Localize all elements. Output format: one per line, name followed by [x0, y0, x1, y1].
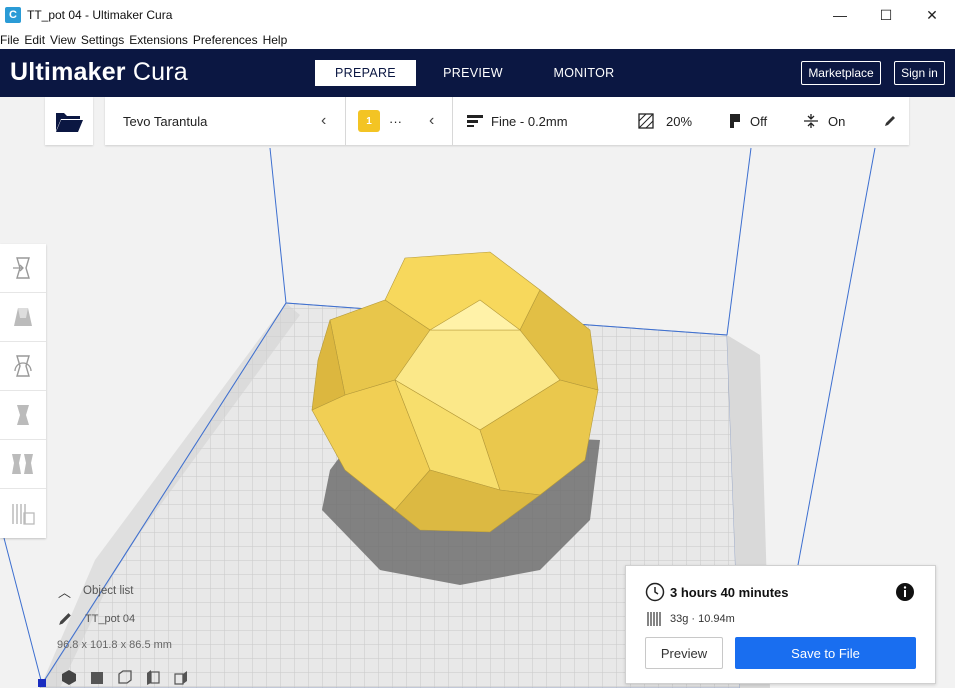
left-view-icon[interactable]	[144, 668, 162, 686]
save-to-file-button[interactable]: Save to File	[735, 637, 916, 669]
tab-preview[interactable]: PREVIEW	[416, 60, 530, 86]
scale-icon	[14, 308, 32, 326]
per-model-settings-button[interactable]	[0, 440, 46, 489]
material-name: ···	[389, 113, 402, 129]
menu-view[interactable]: View	[50, 33, 79, 47]
support-blocker-button[interactable]	[0, 489, 46, 538]
printer-name: Tevo Tarantula	[123, 113, 208, 129]
printer-chevron-icon[interactable]: ‹	[321, 112, 326, 130]
tab-monitor[interactable]: MONITOR	[530, 60, 638, 86]
scale-tool-button[interactable]	[0, 293, 46, 342]
open-file-button[interactable]	[45, 97, 93, 145]
support-icon	[730, 114, 740, 128]
object-name-row: TT_pot 04	[58, 612, 135, 626]
infill-icon	[638, 113, 654, 129]
stage-tabs: PREPARE PREVIEW MONITOR	[315, 60, 638, 86]
menu-bar: File Edit View Settings Extensions Prefe…	[0, 30, 955, 49]
profile-icon	[467, 115, 483, 127]
brand-light-text: Cura	[132, 58, 188, 86]
support-value: Off	[750, 113, 768, 129]
folder-icon	[56, 113, 83, 132]
adhesion-setting[interactable]: On	[803, 97, 845, 145]
extruder-selector[interactable]: 1 ···	[358, 97, 402, 145]
move-icon	[13, 257, 30, 279]
brand-bold-text: Ultimaker	[10, 58, 126, 86]
print-summary-panel: 3 hours 40 minutes 33g · 10.94m Preview …	[625, 565, 936, 684]
support-blocker-icon	[12, 503, 35, 525]
menu-file[interactable]: File	[0, 33, 22, 47]
per-model-settings-icon	[12, 454, 33, 474]
menu-settings[interactable]: Settings	[81, 33, 127, 47]
menu-edit[interactable]: Edit	[24, 33, 48, 47]
adhesion-value: On	[828, 113, 846, 129]
brand-logo: Ultimaker Cura	[10, 58, 188, 87]
pencil-icon	[885, 116, 895, 126]
rename-pencil-icon[interactable]	[58, 612, 72, 626]
extruder-chevron-icon[interactable]: ‹	[429, 112, 434, 130]
custom-settings-button[interactable]	[884, 97, 896, 145]
origin-marker	[38, 679, 46, 687]
profile-selector[interactable]: Fine - 0.2mm	[467, 97, 568, 145]
infill-value: 20%	[666, 113, 693, 129]
tab-prepare[interactable]: PREPARE	[315, 60, 416, 86]
maximize-button[interactable]: ☐	[863, 0, 909, 30]
object-name: TT_pot 04	[85, 613, 136, 625]
rotate-icon	[14, 355, 32, 377]
printer-selector[interactable]: Tevo Tarantula	[123, 97, 207, 145]
support-setting[interactable]: Off	[725, 97, 767, 145]
clock-icon	[645, 582, 665, 602]
object-dimensions: 96.8 x 101.8 x 86.5 mm	[57, 639, 172, 651]
print-time: 3 hours 40 minutes	[670, 585, 789, 600]
window-titlebar: C TT_pot 04 - Ultimaker Cura — ☐ ✕	[0, 0, 955, 30]
cura-app-icon: C	[5, 7, 21, 23]
chevron-up-icon: ︿	[58, 584, 72, 600]
material-usage: 33g · 10.94m	[670, 613, 735, 625]
top-view-icon[interactable]	[116, 668, 134, 686]
preview-button[interactable]: Preview	[645, 637, 723, 669]
move-tool-button[interactable]	[0, 244, 46, 293]
sign-in-button[interactable]: Sign in	[894, 61, 945, 85]
infill-setting[interactable]: 20%	[638, 97, 692, 145]
adhesion-icon	[804, 114, 818, 128]
left-toolbar	[0, 244, 46, 538]
info-icon[interactable]	[895, 582, 915, 602]
print-settings-bar: Tevo Tarantula ‹ 1 ··· ‹ Fine - 0.2mm 20…	[105, 97, 909, 145]
rotate-tool-button[interactable]	[0, 342, 46, 391]
window-title: TT_pot 04 - Ultimaker Cura	[27, 8, 173, 22]
camera-view-buttons	[60, 668, 190, 686]
minimize-button[interactable]: —	[817, 0, 863, 30]
mirror-icon	[17, 405, 29, 425]
right-view-icon[interactable]	[172, 668, 190, 686]
3d-view-icon[interactable]	[60, 668, 78, 686]
object-list-label: Object list	[83, 585, 134, 597]
menu-preferences[interactable]: Preferences	[193, 33, 261, 47]
marketplace-button[interactable]: Marketplace	[801, 61, 881, 85]
filament-spool-icon	[647, 612, 661, 626]
app-header: Ultimaker Cura PREPARE PREVIEW MONITOR M…	[0, 49, 955, 97]
object-list-toggle[interactable]: ︿ Object list	[58, 583, 134, 600]
profile-name: Fine - 0.2mm	[491, 113, 568, 129]
extruder-badge: 1	[358, 110, 380, 132]
close-button[interactable]: ✕	[909, 0, 955, 30]
menu-help[interactable]: Help	[263, 33, 291, 47]
mirror-tool-button[interactable]	[0, 391, 46, 440]
front-view-icon[interactable]	[88, 668, 106, 686]
menu-extensions[interactable]: Extensions	[129, 33, 191, 47]
